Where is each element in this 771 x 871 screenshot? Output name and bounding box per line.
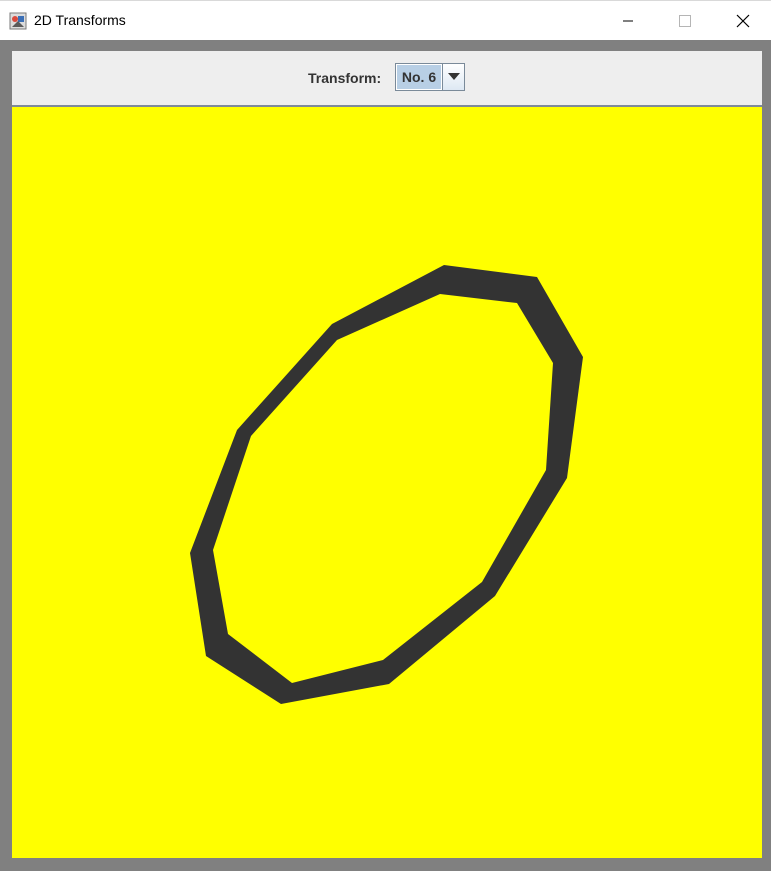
app-window: 2D Transforms Transform: No. 6: [0, 0, 771, 871]
transform-select[interactable]: No. 6: [395, 63, 465, 91]
transform-label: Transform:: [308, 70, 382, 86]
transform-selected-value[interactable]: No. 6: [396, 64, 442, 90]
window-title: 2D Transforms: [34, 12, 126, 28]
transform-dropdown-button[interactable]: [442, 64, 464, 90]
polygon-outline: [190, 265, 583, 704]
close-button[interactable]: [715, 1, 771, 41]
maximize-button[interactable]: [657, 1, 713, 41]
drawing-canvas[interactable]: [12, 107, 762, 858]
minimize-button[interactable]: [600, 1, 656, 41]
minimize-icon: [623, 20, 633, 22]
toolbar: Transform: No. 6: [12, 51, 762, 107]
maximize-icon: [679, 15, 691, 27]
title-bar[interactable]: 2D Transforms: [0, 0, 771, 40]
chevron-down-icon: [447, 73, 460, 80]
java-app-icon: [9, 12, 27, 30]
close-icon: [736, 14, 750, 28]
transformed-shape: [190, 265, 583, 704]
